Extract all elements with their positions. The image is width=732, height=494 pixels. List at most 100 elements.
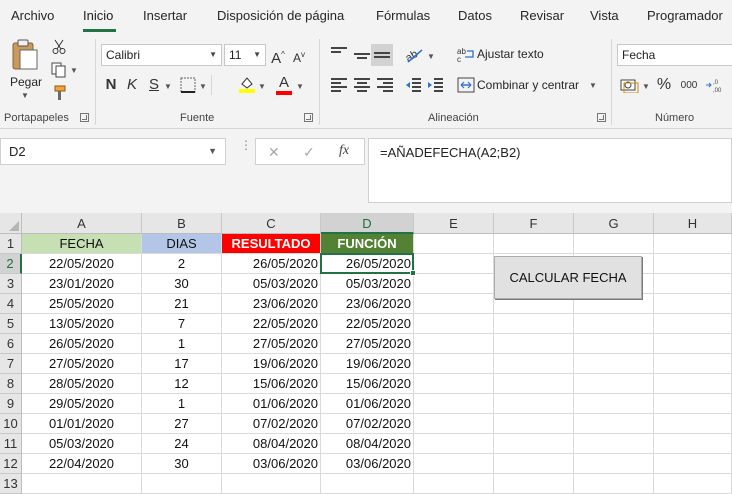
cell-h13[interactable] [654, 474, 732, 494]
cell-h5[interactable] [654, 314, 732, 334]
cell-c5[interactable]: 22/05/2020 [222, 314, 321, 334]
cell-d10[interactable]: 07/02/2020 [321, 414, 414, 434]
cell-a3[interactable]: 23/01/2020 [22, 274, 142, 294]
cell-d12[interactable]: 03/06/2020 [321, 454, 414, 474]
cell-f12[interactable] [494, 454, 574, 474]
cell-f7[interactable] [494, 354, 574, 374]
percent-button[interactable]: % [655, 75, 673, 95]
align-bottom-button[interactable] [371, 44, 393, 66]
cell-h12[interactable] [654, 454, 732, 474]
column-header-e[interactable]: E [414, 213, 494, 234]
row-header-8[interactable]: 8 [0, 374, 22, 394]
cell-e3[interactable] [414, 274, 494, 294]
cell-b2[interactable]: 2 [142, 254, 222, 274]
cell-c2[interactable]: 26/05/2020 [222, 254, 321, 274]
cell-d8[interactable]: 15/06/2020 [321, 374, 414, 394]
row-header-11[interactable]: 11 [0, 434, 22, 454]
cell-b7[interactable]: 17 [142, 354, 222, 374]
insert-function-icon[interactable]: fx [339, 143, 349, 159]
cell-g5[interactable] [574, 314, 654, 334]
cell-a11[interactable]: 05/03/2020 [22, 434, 142, 454]
tab-archivo[interactable]: Archivo [11, 8, 54, 23]
cell-g9[interactable] [574, 394, 654, 414]
cell-d3[interactable]: 05/03/2020 [321, 274, 414, 294]
tab-revisar[interactable]: Revisar [520, 8, 564, 23]
cell-e7[interactable] [414, 354, 494, 374]
number-format-select[interactable]: Fecha [617, 44, 732, 66]
enter-icon[interactable]: ✓ [303, 144, 315, 161]
name-box[interactable]: D2 ▼ [0, 138, 226, 165]
cell-d9[interactable]: 01/06/2020 [321, 394, 414, 414]
row-header-13[interactable]: 13 [0, 474, 22, 494]
cell-d5[interactable]: 22/05/2020 [321, 314, 414, 334]
cell-c11[interactable]: 08/04/2020 [222, 434, 321, 454]
cell-h6[interactable] [654, 334, 732, 354]
column-header-f[interactable]: F [494, 213, 574, 234]
cell-c3[interactable]: 05/03/2020 [222, 274, 321, 294]
bold-button[interactable]: N [103, 75, 119, 95]
cell-h8[interactable] [654, 374, 732, 394]
align-center-icon[interactable] [354, 78, 370, 92]
cell-a12[interactable]: 22/04/2020 [22, 454, 142, 474]
decrease-indent-icon[interactable] [405, 77, 421, 93]
cell-g7[interactable] [574, 354, 654, 374]
cell-h10[interactable] [654, 414, 732, 434]
borders-dropdown-icon[interactable]: ▼ [199, 82, 207, 91]
row-header-2[interactable]: 2 [0, 254, 22, 274]
cell-e13[interactable] [414, 474, 494, 494]
underline-button[interactable]: S [146, 75, 162, 95]
cell-a7[interactable]: 27/05/2020 [22, 354, 142, 374]
row-header-6[interactable]: 6 [0, 334, 22, 354]
header-cell-d[interactable]: FUNCIÓN [321, 234, 414, 254]
cell-b13[interactable] [142, 474, 222, 494]
cell-e8[interactable] [414, 374, 494, 394]
cell-f1[interactable] [494, 234, 574, 254]
font-color-dropdown-icon[interactable]: ▼ [296, 82, 304, 91]
tab-programador[interactable]: Programador [647, 8, 723, 23]
fill-color-icon[interactable] [238, 75, 256, 93]
cell-c9[interactable]: 01/06/2020 [222, 394, 321, 414]
cell-e5[interactable] [414, 314, 494, 334]
column-header-g[interactable]: G [574, 213, 654, 234]
cell-c13[interactable] [222, 474, 321, 494]
cell-b5[interactable]: 7 [142, 314, 222, 334]
align-left-icon[interactable] [331, 78, 347, 92]
cell-f10[interactable] [494, 414, 574, 434]
shrink-font-icon[interactable]: Av [291, 45, 307, 68]
cell-h9[interactable] [654, 394, 732, 414]
row-header-5[interactable]: 5 [0, 314, 22, 334]
clipboard-launcher-icon[interactable] [80, 113, 89, 122]
cell-c8[interactable]: 15/06/2020 [222, 374, 321, 394]
cell-d11[interactable]: 08/04/2020 [321, 434, 414, 454]
column-header-c[interactable]: C [222, 213, 321, 234]
header-cell-b[interactable]: DIAS [142, 234, 222, 254]
cell-g6[interactable] [574, 334, 654, 354]
copy-icon[interactable] [51, 62, 67, 78]
cell-f6[interactable] [494, 334, 574, 354]
cell-b9[interactable]: 1 [142, 394, 222, 414]
cell-f5[interactable] [494, 314, 574, 334]
cell-h3[interactable] [654, 274, 732, 294]
underline-dropdown-icon[interactable]: ▼ [164, 82, 172, 91]
cell-b12[interactable]: 30 [142, 454, 222, 474]
cell-a6[interactable]: 26/05/2020 [22, 334, 142, 354]
font-launcher-icon[interactable] [304, 113, 313, 122]
align-top-icon[interactable] [331, 47, 347, 61]
tab-formulas[interactable]: Fórmulas [376, 8, 430, 23]
increase-indent-icon[interactable] [427, 77, 443, 93]
header-cell-c[interactable]: RESULTADO [222, 234, 321, 254]
cell-f9[interactable] [494, 394, 574, 414]
cell-e2[interactable] [414, 254, 494, 274]
row-header-1[interactable]: 1 [0, 234, 22, 254]
cell-b4[interactable]: 21 [142, 294, 222, 314]
format-painter-icon[interactable] [51, 85, 67, 101]
cell-g8[interactable] [574, 374, 654, 394]
font-size-select[interactable]: 11 ▼ [224, 44, 266, 66]
column-header-b[interactable]: B [142, 213, 222, 234]
cell-b11[interactable]: 24 [142, 434, 222, 454]
orientation-dropdown-icon[interactable]: ▼ [427, 52, 435, 61]
cell-a2[interactable]: 22/05/2020 [22, 254, 142, 274]
cell-e1[interactable] [414, 234, 494, 254]
column-header-a[interactable]: A [22, 213, 142, 234]
tab-vista[interactable]: Vista [590, 8, 619, 23]
